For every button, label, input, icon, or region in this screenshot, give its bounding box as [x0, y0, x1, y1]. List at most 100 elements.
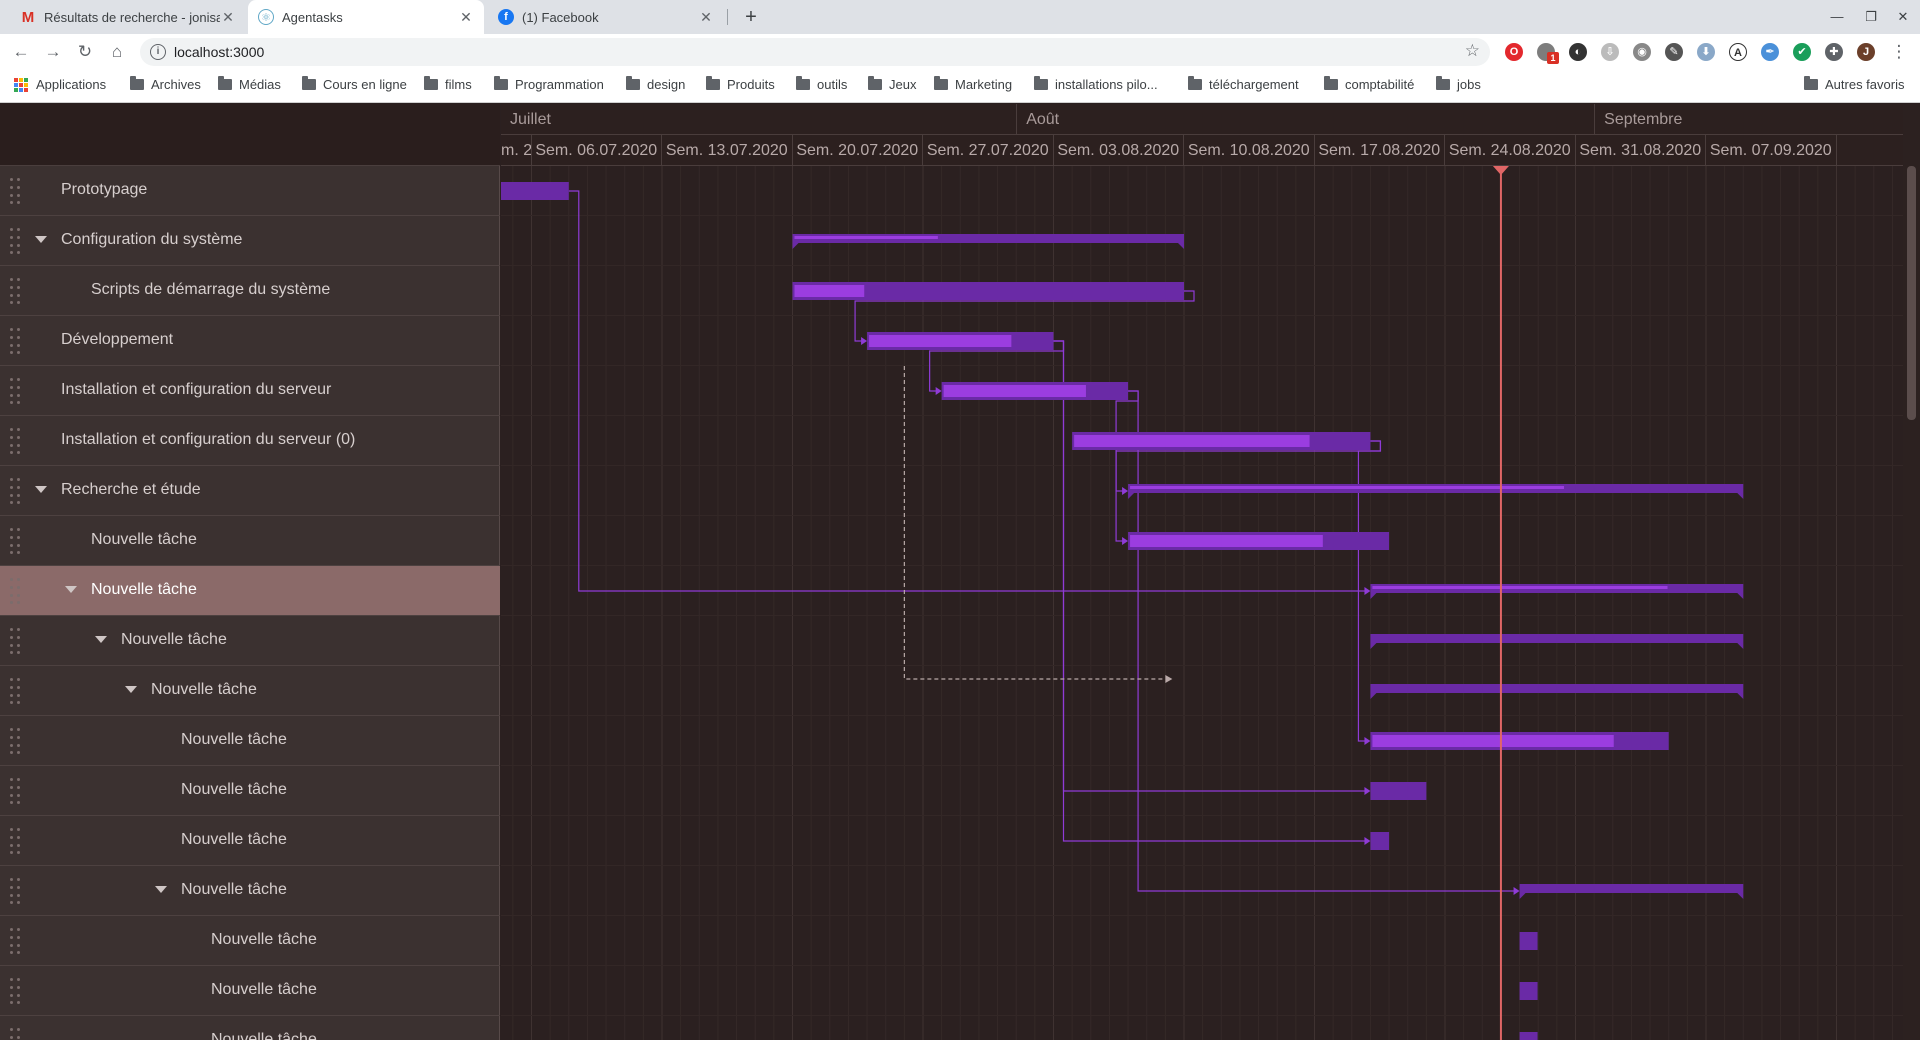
task-bar[interactable]	[1370, 782, 1427, 800]
forward-button[interactable]: →	[40, 39, 66, 65]
drag-handle-icon[interactable]	[10, 628, 22, 654]
drag-handle-icon[interactable]	[10, 778, 22, 804]
project-bar-cap-left[interactable]	[1370, 593, 1377, 599]
project-bar-cap-right[interactable]	[1737, 593, 1744, 599]
drag-handle-icon[interactable]	[10, 428, 22, 454]
drag-handle-icon[interactable]	[10, 228, 22, 254]
collapse-caret-icon[interactable]	[95, 636, 107, 643]
bookmark-star-icon[interactable]: ☆	[1465, 41, 1480, 61]
task-row[interactable]: Nouvelle tâche	[0, 1016, 500, 1040]
project-bar-cap-right[interactable]	[1737, 693, 1744, 699]
reload-button[interactable]: ↻	[72, 39, 98, 65]
bookmark-folder[interactable]: Marketing	[934, 76, 1012, 92]
opera-extension-icon[interactable]: O	[1505, 43, 1523, 61]
project-bar[interactable]	[1370, 684, 1744, 693]
task-row-selected[interactable]: Nouvelle tâche	[0, 566, 500, 616]
tab-facebook[interactable]: f (1) Facebook ✕	[488, 0, 724, 34]
bookmark-applications[interactable]: Applications	[14, 77, 106, 92]
project-bar-cap-left[interactable]	[1370, 693, 1377, 699]
vertical-scrollbar[interactable]	[1903, 104, 1920, 1040]
bookmark-folder[interactable]: téléchargement	[1188, 76, 1299, 92]
drag-handle-icon[interactable]	[10, 328, 22, 354]
download-icon[interactable]: ⬇	[1697, 43, 1715, 61]
task-bar-progress[interactable]	[869, 335, 1012, 347]
shield-icon[interactable]: ✔	[1793, 43, 1811, 61]
task-bar-progress[interactable]	[794, 285, 865, 297]
collapse-caret-icon[interactable]	[35, 486, 47, 493]
drag-handle-icon[interactable]	[10, 478, 22, 504]
drag-handle-icon[interactable]	[10, 728, 22, 754]
task-row[interactable]: Scripts de démarrage du système	[0, 266, 500, 316]
bookmark-folder[interactable]: Archives	[130, 76, 201, 92]
drag-handle-icon[interactable]	[10, 828, 22, 854]
extension-icon[interactable]: 1	[1537, 43, 1559, 64]
site-info-icon[interactable]: i	[150, 44, 166, 60]
task-row[interactable]: Nouvelle tâche	[0, 616, 500, 666]
bookmark-folder[interactable]: Médias	[218, 76, 281, 92]
drag-handle-icon[interactable]	[10, 578, 22, 604]
bookmark-folder[interactable]: jobs	[1436, 76, 1481, 92]
color-picker-icon[interactable]: ✎	[1665, 43, 1683, 61]
project-bar-progress[interactable]	[794, 236, 938, 239]
close-tab-icon[interactable]: ✕	[458, 9, 474, 26]
milestone-bar[interactable]	[1519, 982, 1538, 1000]
bookmark-folder[interactable]: Produits	[706, 76, 775, 92]
task-row[interactable]: Nouvelle tâche	[0, 716, 500, 766]
project-bar-cap-left[interactable]	[792, 243, 799, 249]
project-bar-progress[interactable]	[1130, 486, 1565, 489]
task-row[interactable]: Recherche et étude	[0, 466, 500, 516]
drag-handle-icon[interactable]	[10, 528, 22, 554]
task-row[interactable]: Prototypage	[0, 166, 500, 216]
task-bar[interactable]	[501, 182, 569, 200]
task-row[interactable]: Nouvelle tâche	[0, 966, 500, 1016]
project-bar-cap-left[interactable]	[1370, 643, 1377, 649]
tab-agentasks[interactable]: ⚛ Agentasks ✕	[248, 0, 484, 34]
gantt-chart-area[interactable]	[501, 166, 1903, 1040]
home-button[interactable]: ⌂	[104, 39, 130, 65]
project-bar-cap-left[interactable]	[1128, 493, 1135, 499]
drag-handle-icon[interactable]	[10, 978, 22, 1004]
project-bar-cap-right[interactable]	[1737, 643, 1744, 649]
task-row[interactable]: Nouvelle tâche	[0, 816, 500, 866]
project-bar[interactable]	[1519, 884, 1744, 893]
collapse-caret-icon[interactable]	[35, 236, 47, 243]
tab-gmail[interactable]: M Résultats de recherche - jonisa ✕	[10, 0, 246, 34]
task-row[interactable]: Nouvelle tâche	[0, 916, 500, 966]
bookmark-folder[interactable]: Cours en ligne	[302, 76, 407, 92]
task-row[interactable]: Installation et configuration du serveur…	[0, 416, 500, 466]
drag-handle-icon[interactable]	[10, 378, 22, 404]
puzzle-icon[interactable]: ✚	[1825, 43, 1843, 61]
scrollbar-thumb[interactable]	[1907, 166, 1916, 420]
close-tab-icon[interactable]: ✕	[220, 9, 236, 26]
collapse-caret-icon[interactable]	[155, 886, 167, 893]
drag-handle-icon[interactable]	[10, 928, 22, 954]
task-bar-progress[interactable]	[1372, 735, 1614, 747]
task-bar[interactable]	[1370, 832, 1390, 850]
task-row[interactable]: Installation et configuration du serveur	[0, 366, 500, 416]
task-bar-progress[interactable]	[943, 385, 1086, 397]
collapse-caret-icon[interactable]	[125, 686, 137, 693]
milestone-bar[interactable]	[1519, 1032, 1538, 1040]
bookmark-folder[interactable]: films	[424, 76, 472, 92]
bookmark-folder[interactable]: installations pilo...	[1034, 76, 1158, 92]
avatar[interactable]: J	[1857, 43, 1875, 61]
restore-window-button[interactable]: ❐	[1860, 6, 1882, 28]
milestone-bar[interactable]	[1519, 932, 1538, 950]
new-tab-button[interactable]: +	[738, 4, 764, 30]
back-button[interactable]: ←	[8, 39, 34, 65]
other-bookmarks[interactable]: Autres favoris	[1804, 76, 1904, 92]
project-bar-cap-left[interactable]	[1519, 893, 1526, 899]
project-bar-cap-right[interactable]	[1737, 893, 1744, 899]
task-bar-progress[interactable]	[1074, 435, 1310, 447]
bookmark-folder[interactable]: Jeux	[868, 76, 916, 92]
task-bar-progress[interactable]	[1130, 535, 1323, 547]
close-tab-icon[interactable]: ✕	[698, 9, 714, 26]
menu-kebab-icon[interactable]: ⋮	[1886, 39, 1912, 65]
task-row[interactable]: Configuration du système	[0, 216, 500, 266]
task-row[interactable]: Nouvelle tâche	[0, 516, 500, 566]
screenshot-icon[interactable]: ◉	[1633, 43, 1651, 61]
close-window-button[interactable]: ✕	[1892, 6, 1914, 28]
drag-handle-icon[interactable]	[10, 278, 22, 304]
download-helper-icon[interactable]: ⇩	[1601, 43, 1619, 61]
task-row[interactable]: Nouvelle tâche	[0, 866, 500, 916]
